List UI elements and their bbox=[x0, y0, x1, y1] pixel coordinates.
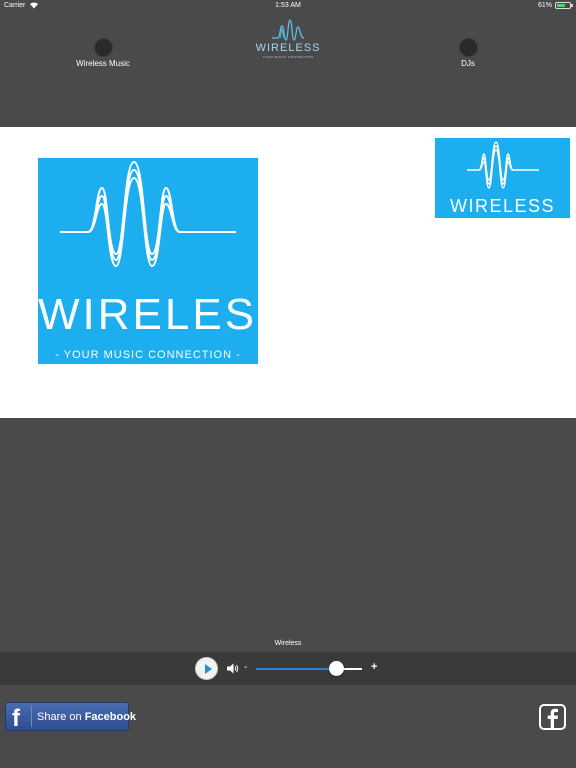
sound-wave-icon bbox=[272, 19, 305, 41]
nav-djs-label: DJs bbox=[461, 59, 475, 68]
battery-icon bbox=[555, 2, 573, 9]
volume-up-button[interactable]: + bbox=[371, 661, 377, 673]
clock: 1:53 AM bbox=[275, 2, 301, 9]
header: Wireless Music WIRELESS YOUR MUSIC CONNE… bbox=[0, 12, 576, 127]
content-area: WIRELESS - YOUR MUSIC CONNECTION - WIREL… bbox=[0, 127, 576, 418]
share-on-facebook-button[interactable]: f Share on Facebook bbox=[5, 702, 136, 732]
nav-wireless-music[interactable]: Wireless Music bbox=[53, 38, 153, 68]
wireless-logo-small: WIRELESS bbox=[435, 138, 570, 218]
volume-slider[interactable] bbox=[256, 661, 362, 677]
sound-wave-icon bbox=[467, 141, 539, 189]
nav-djs-icon bbox=[458, 38, 478, 57]
header-logo-word: WIRELESS bbox=[255, 42, 321, 54]
volume-track-filled bbox=[256, 668, 336, 670]
volume-thumb[interactable] bbox=[329, 661, 344, 676]
volume-down-button[interactable]: - bbox=[244, 662, 247, 673]
wireless-logo-large: WIRELESS - YOUR MUSIC CONNECTION - bbox=[38, 158, 290, 364]
header-logo-tagline: YOUR MUSIC CONNECTION bbox=[262, 55, 314, 59]
header-logo: WIRELESS YOUR MUSIC CONNECTION bbox=[248, 18, 328, 72]
station-name: Wireless bbox=[274, 640, 302, 647]
nav-wireless-music-icon bbox=[93, 38, 113, 57]
nav-djs[interactable]: DJs bbox=[418, 38, 518, 68]
play-button[interactable] bbox=[195, 657, 218, 680]
speaker-icon bbox=[227, 663, 239, 674]
facebook-f-icon: f bbox=[12, 705, 20, 732]
logo-word-large: WIRELESS bbox=[38, 290, 290, 339]
logo-word-small: WIRELESS bbox=[449, 196, 556, 216]
nav-wireless-music-label: Wireless Music bbox=[76, 59, 130, 68]
status-bar: Carrier 1:53 AM 61% bbox=[0, 0, 576, 12]
sound-wave-icon bbox=[60, 160, 236, 268]
logo-tagline-large: - YOUR MUSIC CONNECTION - bbox=[55, 349, 241, 361]
audio-player: - + bbox=[0, 652, 576, 685]
battery-percent: 61% bbox=[537, 2, 552, 9]
share-on-facebook-label: Share on Facebook bbox=[37, 711, 137, 723]
facebook-icon[interactable] bbox=[539, 704, 566, 730]
